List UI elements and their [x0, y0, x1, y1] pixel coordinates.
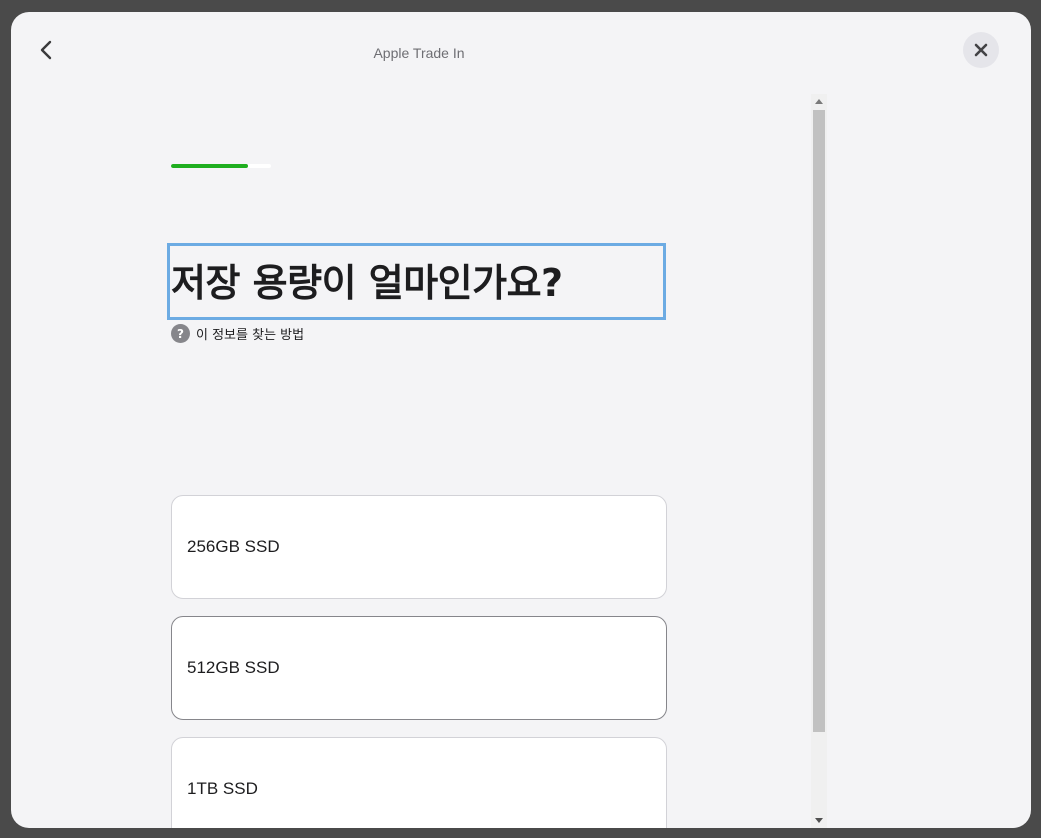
triangle-down-icon: [815, 818, 823, 823]
progress-bar-fill: [171, 164, 248, 168]
option-512gb-ssd[interactable]: 512GB SSD: [171, 616, 667, 720]
option-1tb-ssd[interactable]: 1TB SSD: [171, 737, 667, 828]
scroll-thumb[interactable]: [813, 110, 825, 732]
option-label: 1TB SSD: [187, 779, 258, 798]
scroll-up-button[interactable]: [811, 94, 827, 109]
vertical-scrollbar[interactable]: [811, 94, 827, 828]
progress-bar: [171, 164, 271, 168]
question-circle-icon: ?: [171, 324, 190, 343]
close-button[interactable]: [963, 32, 999, 68]
scroll-down-button[interactable]: [811, 813, 827, 828]
window-title: Apple Trade In: [373, 45, 465, 61]
question-title: 저장 용량이 얼마인가요?: [171, 261, 563, 305]
help-link[interactable]: 이 정보를 찾는 방법: [196, 324, 304, 343]
trade-in-modal: Apple Trade In 저장 용량이 얼마인가요? ? 이 정보를 찾는 …: [11, 12, 1031, 828]
close-icon: [974, 43, 988, 57]
option-256gb-ssd[interactable]: 256GB SSD: [171, 495, 667, 599]
option-label: 256GB SSD: [187, 537, 280, 556]
triangle-up-icon: [815, 99, 823, 104]
help-link-row[interactable]: ? 이 정보를 찾는 방법: [171, 324, 304, 343]
option-label: 512GB SSD: [187, 658, 280, 677]
